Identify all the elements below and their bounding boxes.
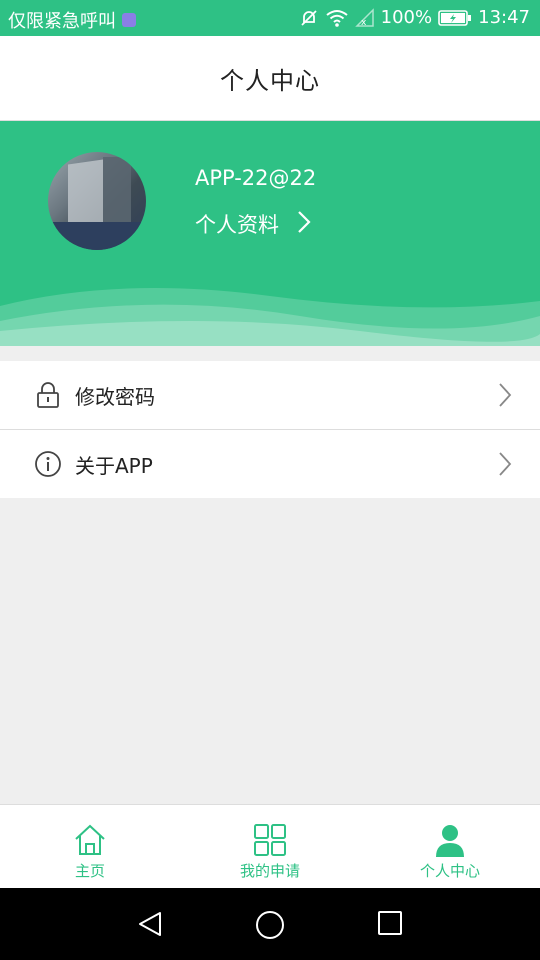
battery-percent: 100% — [380, 7, 433, 28]
back-icon[interactable] — [136, 910, 164, 942]
system-nav-bar — [0, 888, 540, 960]
settings-menu: 修改密码 关于APP — [0, 361, 540, 498]
notification-icon — [122, 13, 136, 27]
svg-text:x: x — [361, 18, 367, 28]
profile-info-link[interactable]: 个人资料 — [195, 209, 311, 239]
nav-item-profile[interactable]: 个人中心 — [360, 805, 540, 889]
status-bar: 仅限紧急呼叫 x 100% 13:47 — [0, 0, 540, 36]
mute-icon — [299, 8, 319, 28]
wifi-icon — [325, 8, 349, 28]
bottom-nav: 主页 我的申请 个人中心 — [0, 804, 540, 889]
nav-label: 我的申请 — [239, 862, 300, 880]
nav-item-home[interactable]: 主页 — [0, 805, 180, 889]
wave-decoration — [0, 288, 540, 346]
recent-apps-icon[interactable] — [377, 910, 403, 940]
lock-icon — [34, 381, 62, 409]
username: APP-22@22 — [195, 166, 317, 190]
chevron-right-icon — [498, 451, 512, 481]
menu-item-label: 关于APP — [75, 453, 153, 478]
nav-label: 个人中心 — [419, 862, 480, 880]
status-time: 13:47 — [478, 7, 530, 28]
menu-item-about-app[interactable]: 关于APP — [0, 430, 540, 498]
menu-item-label: 修改密码 — [75, 384, 155, 409]
avatar[interactable] — [48, 152, 146, 250]
nav-item-my-applications[interactable]: 我的申请 — [180, 805, 360, 889]
profile-header: APP-22@22 个人资料 — [0, 121, 540, 346]
signal-icon: x — [354, 7, 375, 28]
person-icon — [432, 822, 468, 858]
profile-info-label: 个人资料 — [195, 213, 279, 237]
title-bar: 个人中心 — [0, 36, 540, 121]
menu-item-change-password[interactable]: 修改密码 — [0, 361, 540, 430]
status-emergency-text: 仅限紧急呼叫 — [8, 11, 116, 32]
home-circle-icon[interactable] — [255, 910, 285, 944]
grid-icon — [252, 822, 288, 858]
nav-label: 主页 — [74, 862, 105, 880]
page-title: 个人中心 — [220, 66, 320, 95]
chevron-right-icon — [498, 382, 512, 412]
chevron-right-icon — [297, 210, 311, 239]
battery-icon — [438, 9, 472, 27]
info-icon — [34, 450, 62, 478]
home-icon — [72, 822, 108, 858]
